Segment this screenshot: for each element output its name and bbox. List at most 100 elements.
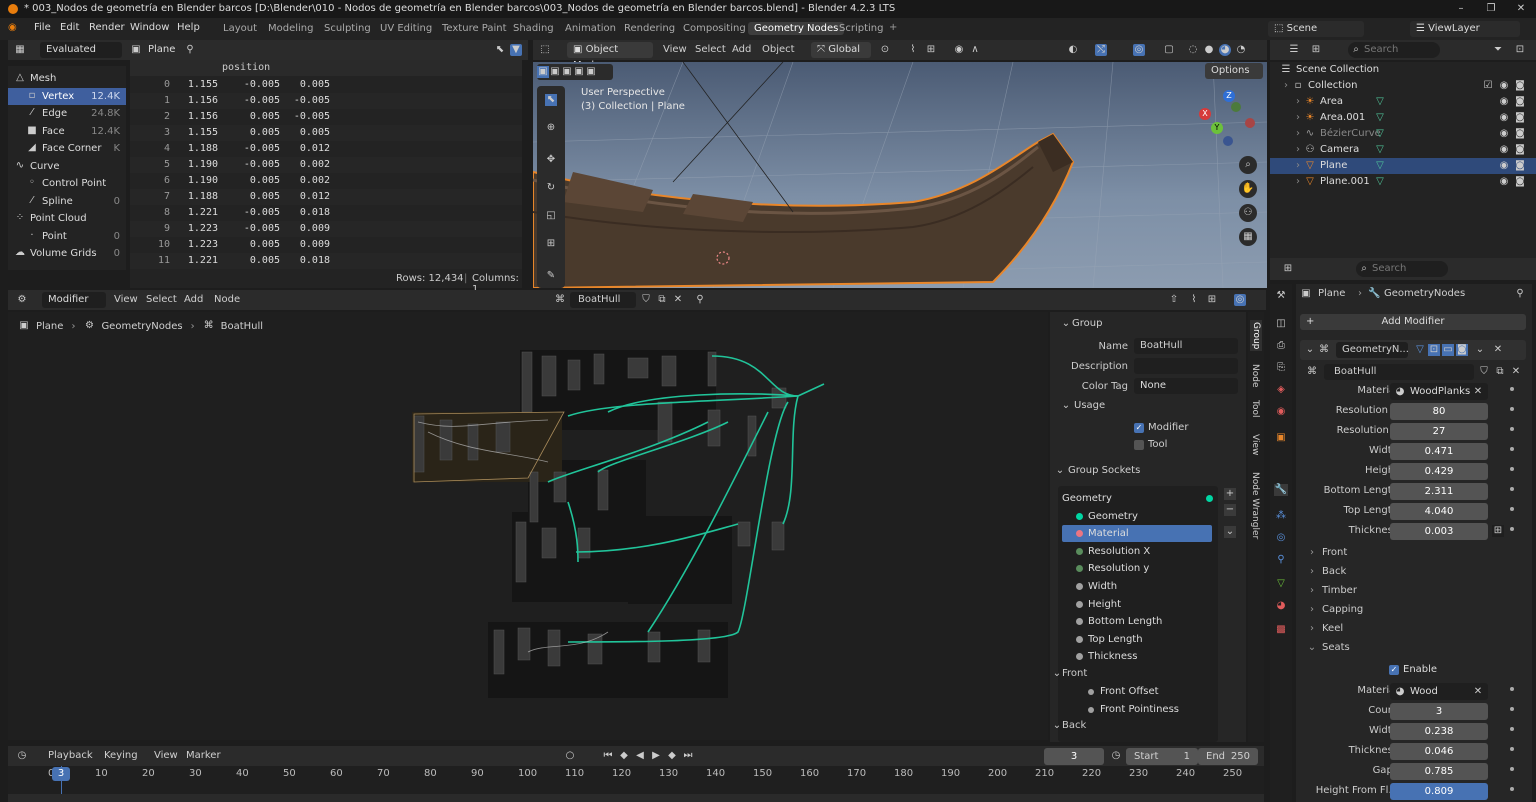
3d-viewport[interactable]: ▣ ▣ ▣ ▣ ▣ ⬉ ⊕ ✥ ↻ ◱ ⊞ ✎ User Perspective (3)… (533, 62, 1267, 288)
outliner-item-camera[interactable]: › ⚇ Camera ◉ ◙ ▽ (1270, 142, 1536, 158)
gizmo-icon[interactable]: ⤭ (1095, 44, 1107, 56)
panel-timber[interactable]: › Timber (1296, 582, 1532, 600)
socket-item[interactable]: Height (1062, 596, 1212, 613)
socket-item[interactable]: Resolution X (1062, 543, 1212, 560)
value-field[interactable]: 3 (1390, 703, 1488, 720)
spreadsheet-item-point[interactable]: · Point 0 (8, 228, 126, 245)
material-selector[interactable]: ◕ Wood ✕ (1390, 683, 1488, 700)
render-camera-icon[interactable]: ◙ (1514, 144, 1526, 156)
node-group-name[interactable]: BoatHull (1324, 364, 1474, 380)
spreadsheet-editor-icon[interactable]: ▦ (14, 44, 26, 56)
pin-icon[interactable]: ⚲ (184, 44, 196, 56)
expand-arrow-icon[interactable]: › (1292, 112, 1304, 124)
value-field[interactable]: 80 (1390, 403, 1488, 420)
viewport-menu-object[interactable]: Object (762, 44, 795, 55)
outliner-item-area[interactable]: › ☀ Area ◉ ◙ ▽ (1270, 94, 1536, 110)
select-mode-toolbar[interactable]: ▣ ▣ ▣ ▣ ▣ (537, 64, 613, 80)
add-workspace-icon[interactable]: + (889, 22, 897, 33)
expand-arrow-icon[interactable]: › (1292, 176, 1304, 188)
front-collapse-icon[interactable]: ⌄ (1051, 668, 1063, 680)
gizmo-neg-x[interactable] (1245, 118, 1255, 128)
outliner-editor-icon[interactable]: ☰ (1288, 44, 1300, 56)
visibility-eye-icon[interactable]: ◉ (1498, 144, 1510, 156)
tab-node-wrangler[interactable]: Node Wrangler (1250, 472, 1260, 539)
edit-mode-toggle-icon[interactable]: ▽ (1414, 344, 1426, 356)
viewport-menu-view[interactable]: View (663, 44, 687, 55)
visibility-eye-icon[interactable]: ◉ (1498, 96, 1510, 108)
wireframe-shading-icon[interactable]: ◌ (1187, 44, 1199, 56)
new-collection-icon[interactable]: ⊡ (1514, 44, 1526, 56)
options-dropdown[interactable]: Options (1205, 63, 1263, 79)
outliner-item-collection[interactable]: › ▫ Collection ◉ ◙ ☑ (1270, 78, 1536, 94)
front-panel-header[interactable]: Front (1062, 668, 1087, 679)
tool-checkbox[interactable] (1134, 440, 1144, 450)
panel-keel[interactable]: › Keel (1296, 620, 1532, 638)
keyframe-dot-icon[interactable] (1510, 447, 1514, 451)
expand-arrow-icon[interactable]: › (1306, 585, 1318, 597)
material-tab-icon[interactable]: ◕ (1275, 600, 1287, 612)
outliner-item-plane[interactable]: › ▽ Plane ◉ ◙ ▽ (1270, 158, 1536, 174)
value-field[interactable]: 0.471 (1390, 443, 1488, 460)
xray-icon[interactable]: ▢ (1163, 44, 1175, 56)
object-tab-icon[interactable]: ▣ (1275, 432, 1287, 444)
outliner-item-plane-001[interactable]: › ▽ Plane.001 ◉ ◙ ▽ (1270, 174, 1536, 190)
constraints-tab-icon[interactable]: ⚲ (1275, 554, 1287, 566)
node-unlink-icon[interactable]: ✕ (672, 294, 684, 306)
tab-view[interactable]: View (1250, 434, 1260, 455)
select-subtract-icon[interactable]: ▣ (561, 66, 573, 78)
object-mode-dropdown[interactable]: ▣ Object Mode (567, 42, 653, 71)
scale-tool-icon[interactable]: ◱ (545, 210, 557, 222)
expand-arrow-icon[interactable]: › (1306, 566, 1318, 578)
close-icon[interactable]: ✕ (1506, 0, 1536, 18)
seats-enable-checkbox[interactable]: ✓ (1389, 665, 1399, 675)
gizmo-x-axis[interactable]: X (1199, 108, 1211, 120)
evaluated-dropdown[interactable]: Evaluated (40, 42, 122, 58)
modifier-checkbox[interactable]: ✓ (1134, 423, 1144, 433)
socket-item[interactable]: Bottom Length (1062, 613, 1212, 630)
value-field[interactable]: 27 (1390, 423, 1488, 440)
tab-compositing[interactable]: Compositing (677, 22, 752, 35)
filter-icon[interactable]: ▼ (510, 44, 522, 56)
tab-node[interactable]: Node (1250, 364, 1260, 388)
navigation-gizmo[interactable]: Z X Y (1197, 88, 1257, 148)
annotate-tool-icon[interactable]: ✎ (545, 270, 557, 282)
spreadsheet-item-control-point[interactable]: ◦ Control Point (8, 175, 126, 192)
parent-node-tree-icon[interactable]: ⇧ (1168, 294, 1180, 306)
sockets-collapse-icon[interactable]: ⌄ (1054, 465, 1066, 477)
tab-group[interactable]: Group (1250, 320, 1262, 352)
node-menu-node[interactable]: Node (214, 294, 240, 305)
select-new-icon[interactable]: ▣ (537, 66, 549, 78)
viewlayer-selector[interactable]: ☰ ViewLayer (1410, 21, 1520, 37)
render-camera-icon[interactable]: ◙ (1514, 128, 1526, 140)
value-field[interactable]: 0.046 (1390, 743, 1488, 760)
visibility-eye-icon[interactable]: ◉ (1498, 160, 1510, 172)
socket-item[interactable]: Material (1062, 525, 1212, 543)
value-field[interactable]: 0.429 (1390, 463, 1488, 480)
expand-arrow-icon[interactable]: › (1306, 623, 1318, 635)
scene-tab-icon[interactable]: ◈ (1275, 384, 1287, 396)
clear-material-icon[interactable]: ✕ (1472, 386, 1484, 398)
spreadsheet-item-vertex[interactable]: ▫ Vertex 12.4K (8, 87, 126, 105)
clear-material-icon[interactable]: ✕ (1472, 686, 1484, 698)
socket-item[interactable]: Width (1062, 578, 1212, 595)
socket-item[interactable]: Geometry (1062, 508, 1212, 525)
node-editor-canvas[interactable]: ▣ Plane › ⚙ GeometryNodes › ⌘ BoatHull (8, 312, 1048, 740)
modifier-tab-icon[interactable]: 🔧 (1274, 484, 1288, 496)
spreadsheet-item-edge[interactable]: ⁄ Edge 24.8K (8, 105, 126, 122)
expand-arrow-icon[interactable]: › (1306, 547, 1318, 559)
node-menu-select[interactable]: Select (146, 294, 177, 305)
rotate-tool-icon[interactable]: ↻ (545, 182, 557, 194)
keyframe-dot-icon[interactable] (1510, 427, 1514, 431)
properties-editor-icon[interactable]: ⊞ (1282, 263, 1294, 275)
select-invert-icon[interactable]: ▣ (573, 66, 585, 78)
socket-item[interactable]: Thickness (1062, 648, 1212, 665)
expand-arrow-icon[interactable]: › (1292, 128, 1304, 140)
description-field[interactable] (1134, 358, 1238, 374)
front-socket-label[interactable]: Front Pointiness (1100, 704, 1179, 715)
node-snap-icon[interactable]: ⌇ (1188, 294, 1200, 306)
expand-arrow-icon[interactable]: › (1292, 96, 1304, 108)
tool-tab-icon[interactable]: ⚒ (1275, 290, 1287, 302)
modifier-type-dropdown[interactable]: Modifier (42, 292, 106, 308)
node-fake-user-icon[interactable]: ⛉ (640, 294, 652, 306)
back-panel-header[interactable]: Back (1062, 720, 1086, 731)
